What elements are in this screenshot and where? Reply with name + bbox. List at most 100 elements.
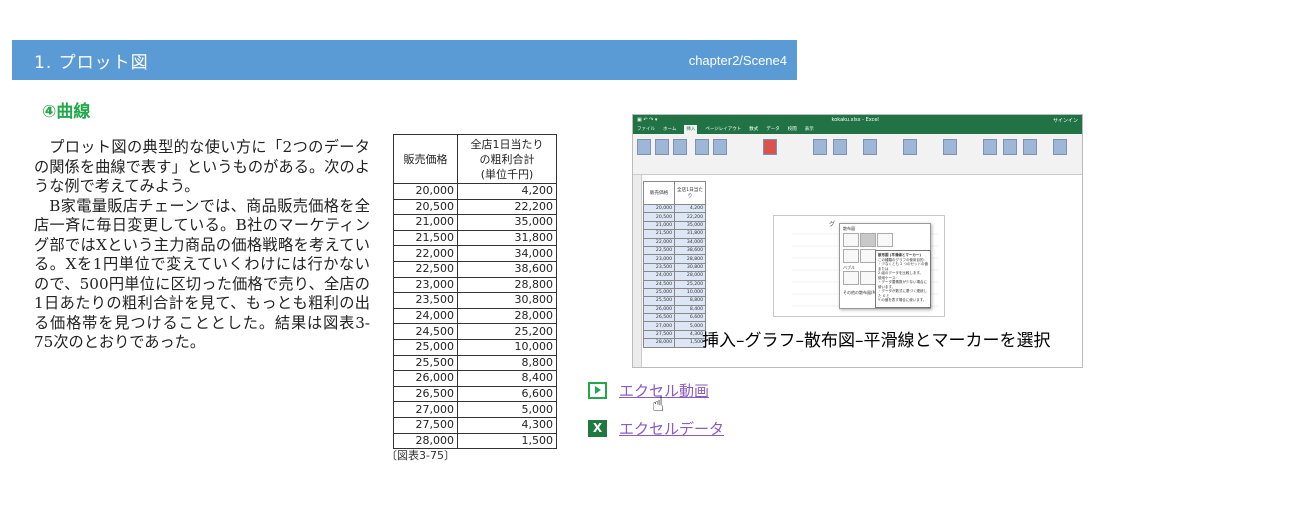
excel-file-title: kokaku.xlsx - Excel xyxy=(831,117,879,123)
mini-profit-cell: 30,800 xyxy=(674,262,706,273)
straight-option-icon[interactable] xyxy=(860,249,876,263)
table-row: 25,000 10,000 xyxy=(393,338,557,356)
profit-cell: 31,800 xyxy=(457,229,557,247)
ribbon-tab[interactable]: 表示 xyxy=(805,125,814,134)
mini-profit-cell: 6,600 xyxy=(674,313,706,323)
window-controls-icon: ▣ ↶ ↷ ▾ xyxy=(637,117,658,123)
price-cell: 26,000 xyxy=(393,370,458,387)
table-row: 27,000 5,000 xyxy=(393,401,557,418)
tooltip-line-2: ・少なくとも 2 つのセットの値または xyxy=(878,262,928,271)
mini-table-row: 25,500 8,800 xyxy=(643,296,706,306)
mini-table-row: 27,500 4,300 xyxy=(643,329,706,340)
ribbon-tab[interactable]: 挿入 xyxy=(684,125,698,134)
profit-cell: 28,000 xyxy=(457,307,557,325)
mini-price-cell: 23,000 xyxy=(643,254,675,264)
mini-price-cell: 27,500 xyxy=(643,329,675,340)
paragraph-2: B家電量販店チェーンでは、商品販売価格を全店一斉に毎日変更している。B社のマーケ… xyxy=(34,196,370,352)
smooth-option-icon[interactable] xyxy=(877,233,893,247)
ribbon-tab[interactable]: 校閲 xyxy=(788,125,797,134)
ribbon xyxy=(633,134,1082,175)
slicer-icon xyxy=(983,139,997,155)
price-cell: 23,000 xyxy=(393,276,458,294)
mini-table-row: 26,000 8,400 xyxy=(643,304,706,315)
ribbon-tab[interactable]: 数式 xyxy=(749,125,758,134)
mini-profit-cell: 1,500 xyxy=(674,338,706,348)
profit-cell: 34,000 xyxy=(457,245,557,262)
header-profit-line-3: (単位千円) xyxy=(480,167,534,181)
mini-profit-cell: 10,000 xyxy=(674,287,706,298)
body-text: プロット図の典型的な使い方に「2つのデータの関係を曲線で表す」というものがある。… xyxy=(34,138,370,353)
excel-icon[interactable]: X xyxy=(588,420,607,437)
price-cell: 20,000 xyxy=(393,183,458,200)
symbol-icon xyxy=(1053,139,1067,155)
bubble-option-icon[interactable] xyxy=(843,271,859,285)
row-headers xyxy=(633,175,642,367)
mini-price-cell: 26,000 xyxy=(643,304,675,315)
profit-cell: 10,000 xyxy=(457,338,557,356)
mini-table-row: 25,000 10,000 xyxy=(643,287,706,298)
ribbon-tab[interactable]: データ xyxy=(766,125,780,134)
picture-icon xyxy=(695,139,709,155)
section-header: 1. プロット図 chapter2/Scene4 xyxy=(12,40,797,80)
mini-profit-cell: 8,800 xyxy=(674,296,706,306)
data-link-row[interactable]: X エクセルデータ xyxy=(588,418,724,439)
straight-marker-option-icon[interactable] xyxy=(843,249,859,263)
mini-price-cell: 28,000 xyxy=(643,338,675,348)
header-profit-line-2: の粗利合計 xyxy=(479,152,535,166)
text-icon xyxy=(1023,139,1037,155)
paragraph-1: プロット図の典型的な使い方に「2つのデータの関係を曲線で表す」というものがある。… xyxy=(34,138,370,195)
instruction-overlay: 挿入–グラフ–散布図–平滑線とマーカーを選択 xyxy=(702,331,1051,351)
header-profit: 全店1日当たり の粗利合計 (単位千円) xyxy=(457,134,557,184)
figure-caption: 〔図表3-75〕 xyxy=(386,449,455,462)
signin-label: サインイン xyxy=(1052,117,1078,124)
price-cell: 21,000 xyxy=(393,214,458,231)
price-cell: 26,500 xyxy=(393,385,458,403)
price-cell: 20,500 xyxy=(393,198,458,216)
profit-cell: 4,200 xyxy=(457,183,557,200)
mini-price-cell: 25,500 xyxy=(643,296,675,306)
price-cell: 27,000 xyxy=(393,401,458,418)
mini-price-cell: 22,500 xyxy=(643,245,675,256)
table-row: 21,000 35,000 xyxy=(393,214,557,231)
price-cell: 22,000 xyxy=(393,245,458,262)
mini-profit-cell: 4,200 xyxy=(674,203,706,214)
ribbon-tab[interactable]: ホーム xyxy=(663,125,676,134)
price-cell: 27,500 xyxy=(393,416,458,434)
price-profit-table: 販売価格 全店1日当たり の粗利合計 (単位千円) 20,000 4,200 20,… xyxy=(393,134,557,450)
mini-header-profit: 全店1日当たり xyxy=(674,181,706,205)
excel-data-link[interactable]: エクセルデータ xyxy=(619,418,724,439)
mini-price-cell: 26,500 xyxy=(643,313,675,323)
mini-price-cell: 25,000 xyxy=(643,287,675,298)
mini-table-row: 24,500 25,200 xyxy=(643,279,706,289)
ribbon-tabs: ファイル ホーム 挿入 ページレイアウト 数式 データ 校閲 表示 xyxy=(633,125,1082,134)
recommended-pivot-icon xyxy=(655,139,669,155)
tooltip-line-6: ・データが数式に基づく連続した X と xyxy=(878,289,927,298)
mini-price-cell: 23,500 xyxy=(643,262,675,273)
bubble-3d-option-icon[interactable] xyxy=(860,271,876,285)
tooltip-title: 散布図 (平滑線とマーカー) xyxy=(878,253,921,257)
mini-table-row: 28,000 1,500 xyxy=(643,338,706,348)
chart-tooltip: 散布図 (平滑線とマーカー) この種類のグラフの使用目的: ・少なくとも 2 つ… xyxy=(875,250,931,308)
mini-table-row: 26,500 6,600 xyxy=(643,313,706,323)
price-cell: 25,000 xyxy=(393,338,458,356)
online-picture-icon xyxy=(713,139,727,155)
mini-profit-cell: 25,200 xyxy=(674,279,706,289)
section-title: 1. プロット図 xyxy=(34,52,149,73)
mini-table-row: 20,000 4,200 xyxy=(643,203,706,214)
table-row: 20,000 4,200 xyxy=(393,183,557,200)
price-cell: 21,500 xyxy=(393,229,458,247)
profit-cell: 28,800 xyxy=(457,276,557,294)
video-link-row[interactable]: エクセル動画 xyxy=(588,380,709,401)
ribbon-tab[interactable]: ファイル xyxy=(637,125,655,134)
profit-cell: 6,600 xyxy=(457,385,557,403)
video-icon[interactable] xyxy=(588,382,607,399)
chart-title: グ xyxy=(829,220,835,228)
hand-cursor-icon: ☝ xyxy=(652,392,665,416)
table-row: 26,000 8,400 xyxy=(393,370,557,387)
ribbon-tab[interactable]: ページレイアウト xyxy=(705,125,741,134)
scatter-option-icon[interactable] xyxy=(843,233,859,247)
table-row: 25,500 8,800 xyxy=(393,354,557,372)
link-icon xyxy=(1003,139,1017,155)
smooth-marker-option-icon[interactable] xyxy=(860,233,876,247)
mini-profit-cell: 34,000 xyxy=(674,237,706,247)
